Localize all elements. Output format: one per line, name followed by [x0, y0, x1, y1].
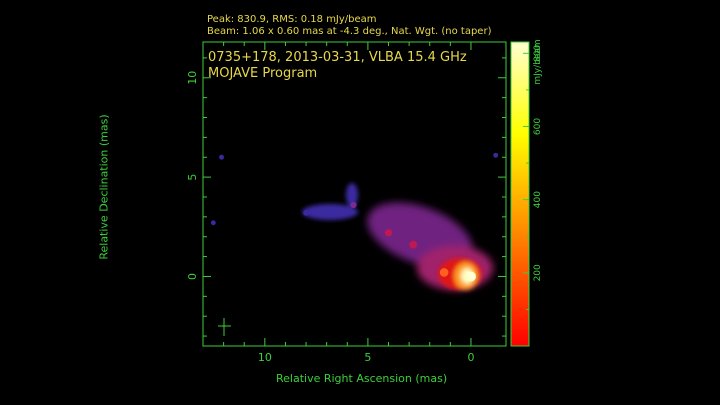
- jet-component: [303, 210, 309, 216]
- x-tick-label: 10: [258, 351, 272, 364]
- jet-component: [384, 229, 393, 237]
- colorbar-tick-label: 200: [533, 264, 543, 281]
- plot-axes: 10 5 0 0 5 10: [186, 41, 507, 364]
- y-tick-label: 10: [186, 71, 199, 85]
- outer-jet-emission: [302, 204, 358, 220]
- jet-component: [465, 271, 476, 282]
- radio-map-figure: Peak: 830.9, RMS: 0.18 mJy/beam Beam: 1.…: [0, 0, 720, 405]
- jet-component: [219, 154, 224, 160]
- y-tick-label: 5: [186, 174, 199, 181]
- colorbar-tick-label: 400: [533, 191, 543, 208]
- colorbar-unit-label: mJy/beam: [533, 39, 543, 85]
- map-subtitle: MOJAVE Program: [208, 66, 318, 81]
- colorbar-gradient: [511, 42, 529, 346]
- y-tick-label: 0: [186, 273, 199, 280]
- jet-component: [409, 240, 418, 249]
- jet-component: [439, 268, 449, 277]
- jet-component: [350, 201, 357, 209]
- x-tick-label: 5: [364, 351, 371, 364]
- colorbar-tick-label: 600: [533, 118, 543, 135]
- jet-component: [210, 220, 216, 226]
- x-tick-label: 0: [467, 351, 474, 364]
- x-axis-label: Relative Right Ascension (mas): [276, 372, 448, 385]
- jet-component: [493, 152, 499, 158]
- colorbar: 200400600800: [510, 41, 543, 347]
- beam-marker: [218, 318, 231, 336]
- emission-map: [302, 183, 493, 290]
- map-title: 0735+178, 2013-03-31, VLBA 15.4 GHz: [208, 50, 467, 65]
- y-axis-label: Relative Declination (mas): [97, 114, 111, 260]
